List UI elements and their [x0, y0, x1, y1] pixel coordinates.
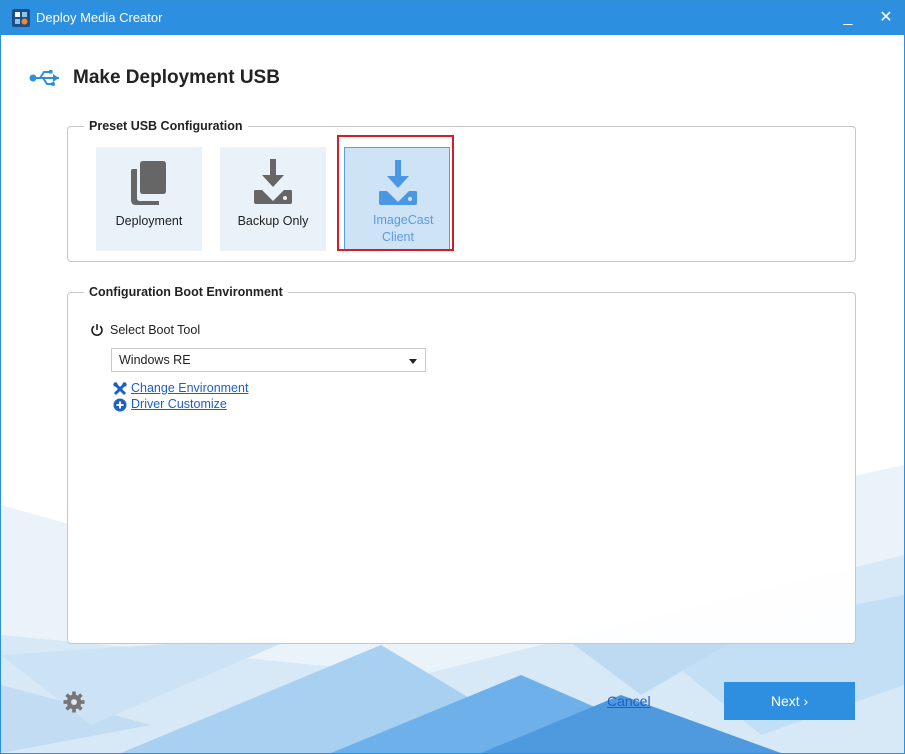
tile-imagecast-client[interactable]: ImageCast Client: [344, 147, 450, 251]
download-drive-icon: [254, 159, 292, 204]
documents-icon: [131, 161, 166, 205]
close-button[interactable]: ✕: [873, 5, 899, 31]
change-environment-link[interactable]: Change Environment: [131, 381, 248, 395]
plus-circle-icon: [113, 398, 127, 412]
tile-label: Backup Only: [237, 214, 309, 228]
tile-deployment[interactable]: Deployment: [96, 147, 202, 251]
next-button[interactable]: Next ›: [724, 682, 855, 720]
configuration-boot-environment-group: Configuration Boot Environment Select Bo…: [67, 285, 856, 644]
gear-icon[interactable]: [63, 691, 85, 713]
usb-icon: [29, 70, 59, 86]
boot-tool-dropdown[interactable]: Windows RE: [111, 348, 426, 372]
page-title: Make Deployment USB: [73, 67, 280, 88]
chevron-down-icon: [409, 359, 417, 364]
tools-icon: [113, 382, 127, 396]
download-drive-icon: [379, 160, 417, 205]
tile-label: Deployment: [115, 214, 183, 228]
title-bar: Deploy Media Creator _ ✕: [1, 1, 904, 35]
preset-usb-configuration-group: Preset USB Configuration Deployment Back…: [67, 119, 856, 262]
driver-customize-link[interactable]: Driver Customize: [131, 397, 227, 411]
cancel-button[interactable]: Cancel: [607, 693, 651, 709]
tile-label: ImageCast Client: [373, 213, 434, 244]
select-boot-tool-label: Select Boot Tool: [110, 323, 201, 337]
boot-group-legend: Configuration Boot Environment: [89, 285, 283, 299]
app-window: Deploy Media Creator _ ✕ Make Deployment…: [0, 0, 905, 754]
tile-backup-only[interactable]: Backup Only: [220, 147, 326, 251]
preset-group-legend: Preset USB Configuration: [89, 119, 243, 133]
power-icon: [91, 324, 103, 336]
app-logo-icon: [12, 9, 30, 27]
boot-tool-value: Windows RE: [119, 353, 191, 367]
minimize-button[interactable]: _: [835, 5, 861, 31]
window-title: Deploy Media Creator: [36, 10, 163, 25]
